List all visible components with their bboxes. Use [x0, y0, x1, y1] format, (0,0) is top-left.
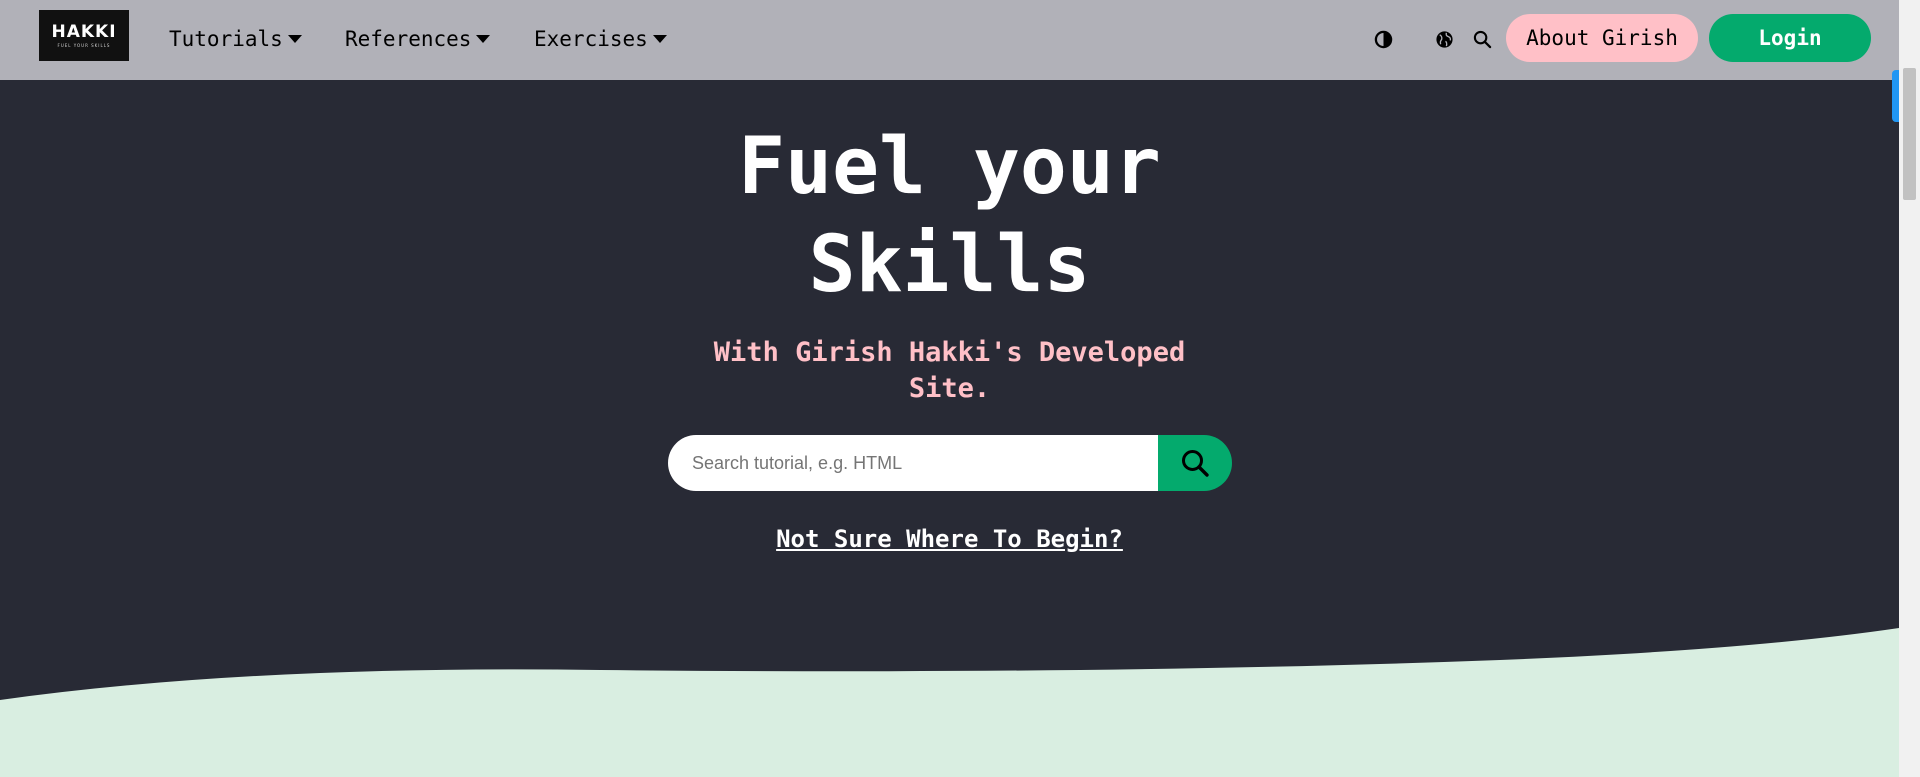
hero-subtitle-line2: Site.	[908, 373, 991, 404]
nav-references-label: References	[345, 27, 472, 51]
top-navigation: HAKKI FUEL YOUR SKILLS Tutorials Referen…	[0, 0, 1899, 80]
nav-exercises-label: Exercises	[534, 27, 648, 51]
caret-down-icon	[652, 35, 667, 43]
hero-title-line2: Skills	[808, 220, 1091, 310]
hero-title: Fuel your Skills	[0, 118, 1899, 314]
logo-tagline: FUEL YOUR SKILLS	[57, 42, 111, 48]
search-button[interactable]	[1158, 435, 1232, 491]
not-sure-where-to-begin-link[interactable]: Not Sure Where To Begin?	[776, 525, 1123, 553]
nav-tutorials-label: Tutorials	[169, 27, 283, 51]
tutorial-search	[668, 435, 1232, 491]
caret-down-icon	[287, 35, 302, 43]
wave-divider	[0, 628, 1899, 777]
search-input[interactable]	[668, 435, 1158, 491]
nav-tutorials[interactable]: Tutorials	[169, 24, 302, 54]
nav-references[interactable]: References	[345, 24, 491, 54]
nav-exercises[interactable]: Exercises	[534, 24, 667, 54]
page: HAKKI FUEL YOUR SKILLS Tutorials Referen…	[0, 0, 1899, 777]
logo-text: HAKKI	[51, 21, 117, 42]
globe-icon[interactable]	[1429, 24, 1459, 54]
search-icon	[1182, 450, 1209, 477]
side-feedback-tab[interactable]	[1892, 70, 1899, 122]
about-girish-button[interactable]: About Girish	[1506, 14, 1698, 62]
hero-subtitle: With Girish Hakki's Developed Site.	[0, 335, 1899, 407]
hero-subtitle-line1: With Girish Hakki's Developed	[713, 337, 1186, 368]
contrast-icon[interactable]	[1368, 24, 1398, 54]
search-icon[interactable]	[1467, 24, 1497, 54]
login-button[interactable]: Login	[1709, 14, 1871, 62]
caret-down-icon	[476, 35, 491, 43]
site-logo[interactable]: HAKKI FUEL YOUR SKILLS	[39, 10, 129, 61]
not-sure-where-to-begin-link-wrap: Not Sure Where To Begin?	[0, 525, 1899, 553]
hero-title-line1: Fuel your	[738, 122, 1161, 212]
scrollbar-thumb[interactable]	[1903, 68, 1916, 200]
